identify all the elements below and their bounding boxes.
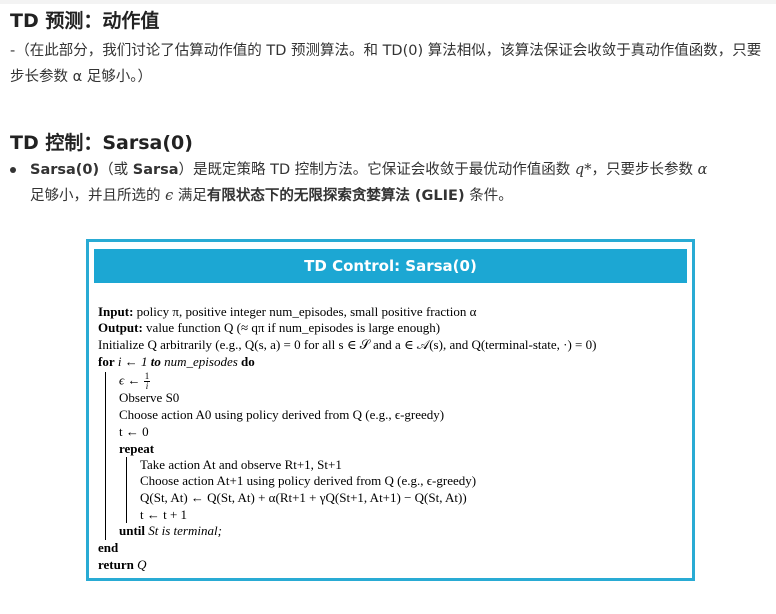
return-text: Q bbox=[133, 557, 147, 572]
bullet-bold-sarsa0: Sarsa(0) bbox=[30, 162, 100, 178]
for-block-bar bbox=[105, 372, 106, 540]
kw-end: end bbox=[98, 540, 119, 555]
kw-repeat: repeat bbox=[119, 441, 155, 456]
top-bar bbox=[0, 0, 776, 4]
kw-do: do bbox=[241, 354, 255, 369]
bullet-text: （或 bbox=[99, 162, 133, 178]
algorithm-box: TD Control: Sarsa(0) Input: policy π, po… bbox=[86, 239, 695, 581]
kw-until: until bbox=[119, 523, 146, 538]
section-title-td-control: TD 控制：Sarsa(0) bbox=[10, 132, 193, 154]
algo-line-take: Take action At and observe Rt+1, St+1 bbox=[140, 457, 342, 472]
algo-line-input: Input: policy π, positive integer num_ep… bbox=[98, 304, 476, 320]
algorithm-title: TD Control: Sarsa(0) bbox=[94, 249, 687, 283]
bullet-bold-glie: 有限状态下的无限探索贪婪算法 (GLIE) bbox=[206, 188, 465, 204]
until-text: St is terminal; bbox=[145, 523, 222, 538]
algo-line-for: for i ← 1 to num_episodes do bbox=[98, 354, 255, 370]
algo-line-return: return Q bbox=[98, 557, 147, 573]
for-range: i ← 1 bbox=[114, 354, 151, 369]
algo-line-tinc: t ← t + 1 bbox=[140, 507, 188, 522]
algo-line-t0: t ← 0 bbox=[119, 424, 149, 439]
bullet-text: 满足 bbox=[173, 188, 207, 204]
eps-text: ϵ ← bbox=[119, 372, 144, 388]
bullet-bold-sarsa: Sarsa bbox=[132, 162, 179, 178]
for-end: num_episodes bbox=[160, 354, 242, 369]
algo-line-until: until St is terminal; bbox=[119, 523, 222, 539]
algo-line-output: Output: value function Q (≈ qπ if num_ep… bbox=[98, 320, 440, 336]
algo-line-observe: Observe S0 bbox=[119, 390, 180, 405]
bullet-text: 条件。 bbox=[464, 188, 513, 204]
algo-line-eps: ϵ ← 1i bbox=[119, 372, 151, 391]
kw-return: return bbox=[98, 557, 134, 572]
output-text: value function Q (≈ qπ if num_episodes i… bbox=[142, 320, 441, 335]
fraction: 1i bbox=[143, 372, 151, 391]
bullet-list: Sarsa(0)（或 Sarsa）是既定策略 TD 控制方法。它保证会收敛于最优… bbox=[10, 157, 770, 209]
bullet-icon bbox=[10, 167, 16, 173]
bullet-text: ）是既定策略 TD 控制方法。它保证会收敛于最优动作值函数 bbox=[178, 162, 575, 178]
algo-line-choose1: Choose action At+1 using policy derived … bbox=[140, 473, 477, 488]
math-q-star: q* bbox=[574, 162, 592, 178]
bullet-text: ，只要步长参数 bbox=[591, 162, 698, 178]
bullet-text: 足够小，并且所选的 bbox=[30, 188, 166, 204]
kw-for: for bbox=[98, 354, 115, 369]
kw-to: to bbox=[150, 354, 161, 369]
repeat-block-bar bbox=[126, 457, 127, 523]
algo-line-update: Q(St, At) ← Q(St, At) + α(Rt+1 + γQ(St+1… bbox=[140, 490, 467, 505]
input-text: policy π, positive integer num_episodes,… bbox=[133, 304, 477, 319]
kw-input: Input: bbox=[98, 304, 134, 319]
math-alpha: α bbox=[697, 162, 708, 178]
kw-output: Output: bbox=[98, 320, 143, 335]
section-title-td-prediction: TD 预测：动作值 bbox=[10, 10, 160, 32]
algo-line-init: Initialize Q arbitrarily (e.g., Q(s, a) … bbox=[98, 337, 597, 352]
section-paragraph: -（在此部分，我们讨论了估算动作值的 TD 预测算法。和 TD(0) 算法相似，… bbox=[10, 43, 762, 85]
algo-line-choose0: Choose action A0 using policy derived fr… bbox=[119, 407, 445, 422]
